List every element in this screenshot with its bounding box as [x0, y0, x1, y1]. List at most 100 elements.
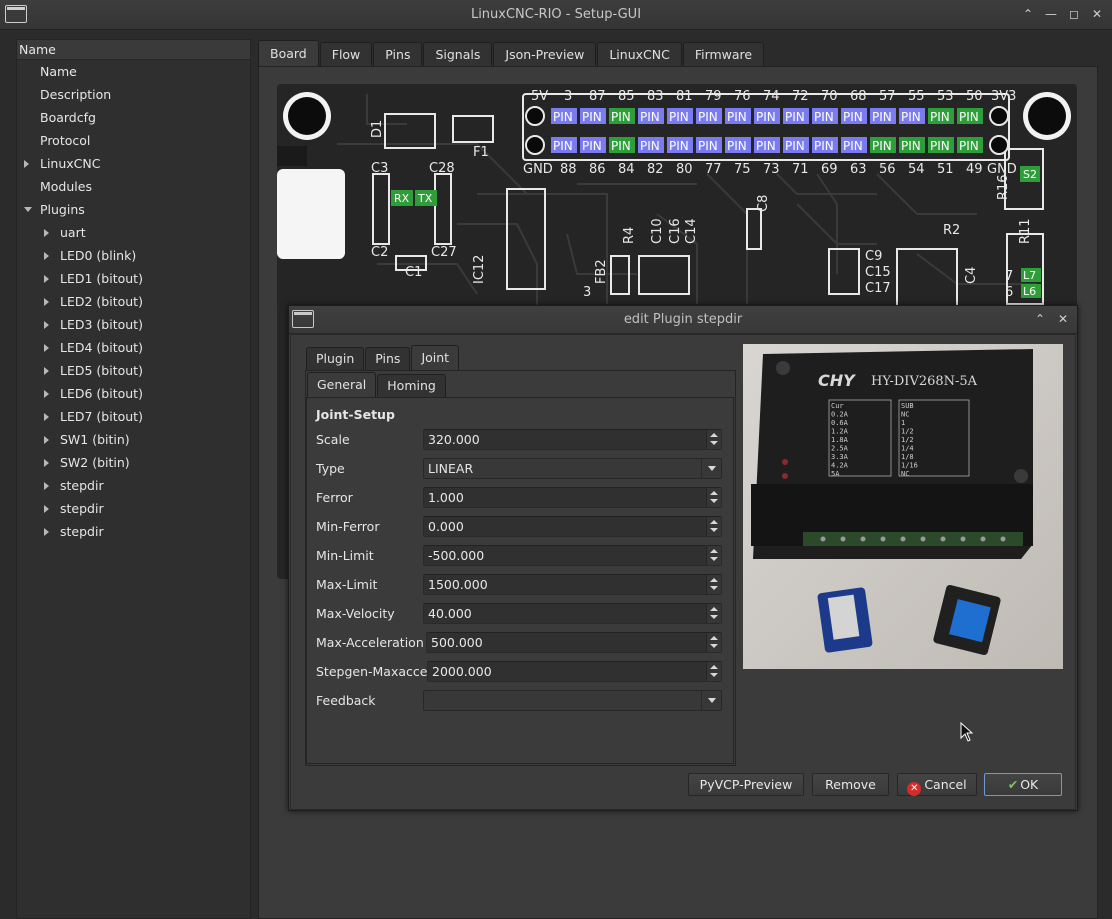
spin-arrows-icon[interactable]: [706, 604, 721, 623]
tab-pins[interactable]: Pins: [373, 42, 423, 67]
pin-badge-bottom[interactable]: PIN: [725, 137, 751, 153]
tree-item[interactable]: LED5 (bitout): [17, 359, 250, 382]
pin-badge-top[interactable]: PIN: [667, 108, 693, 124]
expand-right-icon[interactable]: [44, 321, 49, 329]
spin-arrows-icon[interactable]: [706, 575, 721, 594]
spin-arrows-icon[interactable]: [706, 430, 721, 449]
tree-item[interactable]: LED1 (bitout): [17, 267, 250, 290]
min-limit-spinbox[interactable]: -500.000: [423, 545, 722, 566]
tree-item[interactable]: LED2 (bitout): [17, 290, 250, 313]
pin-badge-top[interactable]: PIN: [638, 108, 664, 124]
tree-item[interactable]: SW1 (bitin): [17, 428, 250, 451]
expand-right-icon[interactable]: [44, 459, 49, 467]
expand-right-icon[interactable]: [44, 436, 49, 444]
expand-right-icon[interactable]: [44, 229, 49, 237]
tree-item[interactable]: LED0 (blink): [17, 244, 250, 267]
expand-right-icon[interactable]: [44, 367, 49, 375]
tree-item[interactable]: Protocol: [17, 129, 250, 152]
tree-item[interactable]: stepdir: [17, 474, 250, 497]
spin-arrows-icon[interactable]: [706, 488, 721, 507]
dialog-chevron-up-icon[interactable]: ⌃: [1032, 311, 1048, 327]
expand-right-icon[interactable]: [44, 505, 49, 513]
pin-badge-bottom[interactable]: PIN: [928, 137, 954, 153]
max-velocity-spinbox[interactable]: 40.000: [423, 603, 722, 624]
pyvcp-preview-button[interactable]: PyVCP-Preview: [688, 773, 804, 796]
pin-badge-top[interactable]: PIN: [899, 108, 925, 124]
tab-flow[interactable]: Flow: [319, 42, 373, 67]
tree-item[interactable]: LED3 (bitout): [17, 313, 250, 336]
expand-right-icon[interactable]: [24, 160, 29, 168]
dialog-tab-pins[interactable]: Pins: [365, 347, 411, 370]
expand-right-icon[interactable]: [44, 413, 49, 421]
pin-badge-top[interactable]: PIN: [957, 108, 983, 124]
tree-item[interactable]: stepdir: [17, 497, 250, 520]
spin-arrows-icon[interactable]: [706, 662, 721, 681]
max-limit-spinbox[interactable]: 1500.000: [423, 574, 722, 595]
tree-item[interactable]: Boardcfg: [17, 106, 250, 129]
pin-badge-top[interactable]: PIN: [725, 108, 751, 124]
pin-badge-bottom[interactable]: PIN: [609, 137, 635, 153]
pin-badge-bottom[interactable]: PIN: [667, 137, 693, 153]
expand-right-icon[interactable]: [44, 275, 49, 283]
pin-badge-top[interactable]: PIN: [841, 108, 867, 124]
scale-spinbox[interactable]: 320.000: [423, 429, 722, 450]
ok-button[interactable]: ✔ OK: [984, 773, 1062, 796]
tree-item[interactable]: LED4 (bitout): [17, 336, 250, 359]
tree-item[interactable]: stepdir: [17, 520, 250, 543]
pin-badge-bottom[interactable]: PIN: [841, 137, 867, 153]
chevron-up-icon[interactable]: ⌃: [1020, 6, 1036, 22]
feedback-combobox[interactable]: [423, 690, 722, 711]
close-icon[interactable]: ✕: [1089, 6, 1105, 22]
dialog-tab-plugin[interactable]: Plugin: [306, 347, 365, 370]
chevron-down-icon[interactable]: [701, 459, 721, 478]
minimize-icon[interactable]: —: [1043, 6, 1059, 22]
pin-badge-top[interactable]: PIN: [609, 108, 635, 124]
expand-right-icon[interactable]: [44, 298, 49, 306]
tab-json-preview[interactable]: Json-Preview: [493, 42, 597, 67]
ferror-spinbox[interactable]: 1.000: [423, 487, 722, 508]
pin-badge-top[interactable]: PIN: [870, 108, 896, 124]
pin-badge-bottom[interactable]: PIN: [551, 137, 577, 153]
subtab-general[interactable]: General: [307, 372, 377, 397]
tree-item[interactable]: uart: [17, 221, 250, 244]
maximize-icon[interactable]: ◻: [1066, 6, 1082, 22]
tab-signals[interactable]: Signals: [423, 42, 493, 67]
tree-item[interactable]: Name: [17, 60, 250, 83]
pin-badge-top[interactable]: PIN: [783, 108, 809, 124]
pin-badge-bottom[interactable]: PIN: [580, 137, 606, 153]
pin-badge-bottom[interactable]: PIN: [696, 137, 722, 153]
pin-badge-bottom[interactable]: PIN: [638, 137, 664, 153]
pin-badge-top[interactable]: PIN: [696, 108, 722, 124]
tree-item[interactable]: SW2 (bitin): [17, 451, 250, 474]
pin-badge-top[interactable]: PIN: [551, 108, 577, 124]
stepgen-maxaccel-spinbox[interactable]: 2000.000: [427, 661, 722, 682]
tree-item[interactable]: LED7 (bitout): [17, 405, 250, 428]
tree-header[interactable]: Name: [17, 40, 250, 60]
pin-badge-top[interactable]: PIN: [580, 108, 606, 124]
subtab-homing[interactable]: Homing: [377, 374, 446, 397]
tree-item[interactable]: Description: [17, 83, 250, 106]
pin-badge-bottom[interactable]: PIN: [812, 137, 838, 153]
spin-arrows-icon[interactable]: [706, 633, 721, 652]
max-acceleration-spinbox[interactable]: 500.000: [426, 632, 722, 653]
dialog-tab-joint[interactable]: Joint: [411, 345, 460, 370]
tab-firmware[interactable]: Firmware: [682, 42, 765, 67]
pin-badge-top[interactable]: PIN: [812, 108, 838, 124]
cancel-button[interactable]: ✕ Cancel: [897, 773, 977, 796]
dialog-close-icon[interactable]: ✕: [1055, 311, 1071, 327]
expand-right-icon[interactable]: [44, 482, 49, 490]
min-ferror-spinbox[interactable]: 0.000: [423, 516, 722, 537]
expand-right-icon[interactable]: [44, 252, 49, 260]
expand-right-icon[interactable]: [44, 344, 49, 352]
tab-board[interactable]: Board: [258, 40, 319, 67]
expand-right-icon[interactable]: [44, 528, 49, 536]
tree-item[interactable]: LinuxCNC: [17, 152, 250, 175]
tab-linuxcnc[interactable]: LinuxCNC: [597, 42, 682, 67]
pin-badge-bottom[interactable]: PIN: [957, 137, 983, 153]
pin-badge-bottom[interactable]: PIN: [899, 137, 925, 153]
tree-item[interactable]: Plugins: [17, 198, 250, 221]
tree-item[interactable]: Modules: [17, 175, 250, 198]
expand-down-icon[interactable]: [24, 207, 32, 212]
pin-badge-top[interactable]: PIN: [928, 108, 954, 124]
tree-item[interactable]: LED6 (bitout): [17, 382, 250, 405]
